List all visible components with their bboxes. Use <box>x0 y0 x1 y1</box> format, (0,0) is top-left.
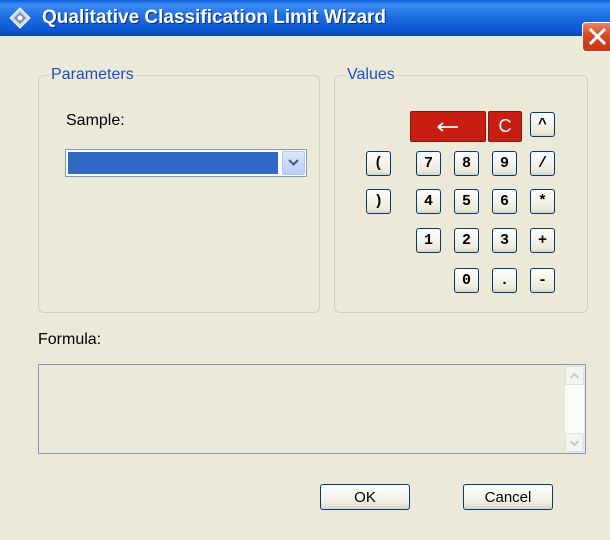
key-4[interactable]: 4 <box>416 189 441 214</box>
plus-button[interactable]: + <box>530 228 555 253</box>
window-title: Qualitative Classification Limit Wizard <box>42 7 387 28</box>
multiply-button[interactable]: * <box>530 189 555 214</box>
close-icon <box>588 27 607 46</box>
sample-dropdown-button[interactable] <box>282 151 305 175</box>
key-9[interactable]: 9 <box>492 151 517 176</box>
minus-button[interactable]: - <box>530 268 555 293</box>
backspace-arrow-icon <box>437 121 458 132</box>
sample-select[interactable] <box>65 149 307 177</box>
close-paren-button[interactable]: ) <box>366 189 391 214</box>
close-button[interactable] <box>582 22 610 52</box>
key-7[interactable]: 7 <box>416 151 441 176</box>
scroll-down-button[interactable] <box>565 433 584 452</box>
caret-button[interactable]: ^ <box>530 112 555 137</box>
wizard-app-icon <box>9 7 31 29</box>
key-5[interactable]: 5 <box>454 189 479 214</box>
parameters-group-label: Parameters <box>51 66 134 83</box>
divide-button[interactable]: / <box>530 151 555 176</box>
parameters-group: Parameters <box>38 66 320 313</box>
backspace-button[interactable] <box>410 111 486 142</box>
key-6[interactable]: 6 <box>492 189 517 214</box>
open-paren-button[interactable]: ( <box>366 151 391 176</box>
key-0[interactable]: 0 <box>454 268 479 293</box>
key-3[interactable]: 3 <box>492 228 517 253</box>
clear-button[interactable]: C <box>488 111 522 142</box>
key-1[interactable]: 1 <box>416 228 441 253</box>
scroll-down-icon <box>569 439 580 446</box>
values-group-label: Values <box>347 66 395 83</box>
scroll-up-button[interactable] <box>565 366 584 385</box>
formula-textarea[interactable] <box>38 364 586 454</box>
sample-select-value <box>68 152 278 174</box>
cancel-button[interactable]: Cancel <box>463 484 553 510</box>
sample-label: Sample: <box>66 112 125 129</box>
formula-scrollbar[interactable] <box>565 366 584 452</box>
scroll-up-icon <box>569 372 580 379</box>
key-8[interactable]: 8 <box>454 151 479 176</box>
title-bar: Qualitative Classification Limit Wizard <box>0 0 610 36</box>
decimal-button[interactable]: . <box>492 268 517 293</box>
ok-button[interactable]: OK <box>320 484 410 510</box>
chevron-down-icon <box>288 159 299 167</box>
formula-label: Formula: <box>38 331 102 348</box>
key-2[interactable]: 2 <box>454 228 479 253</box>
